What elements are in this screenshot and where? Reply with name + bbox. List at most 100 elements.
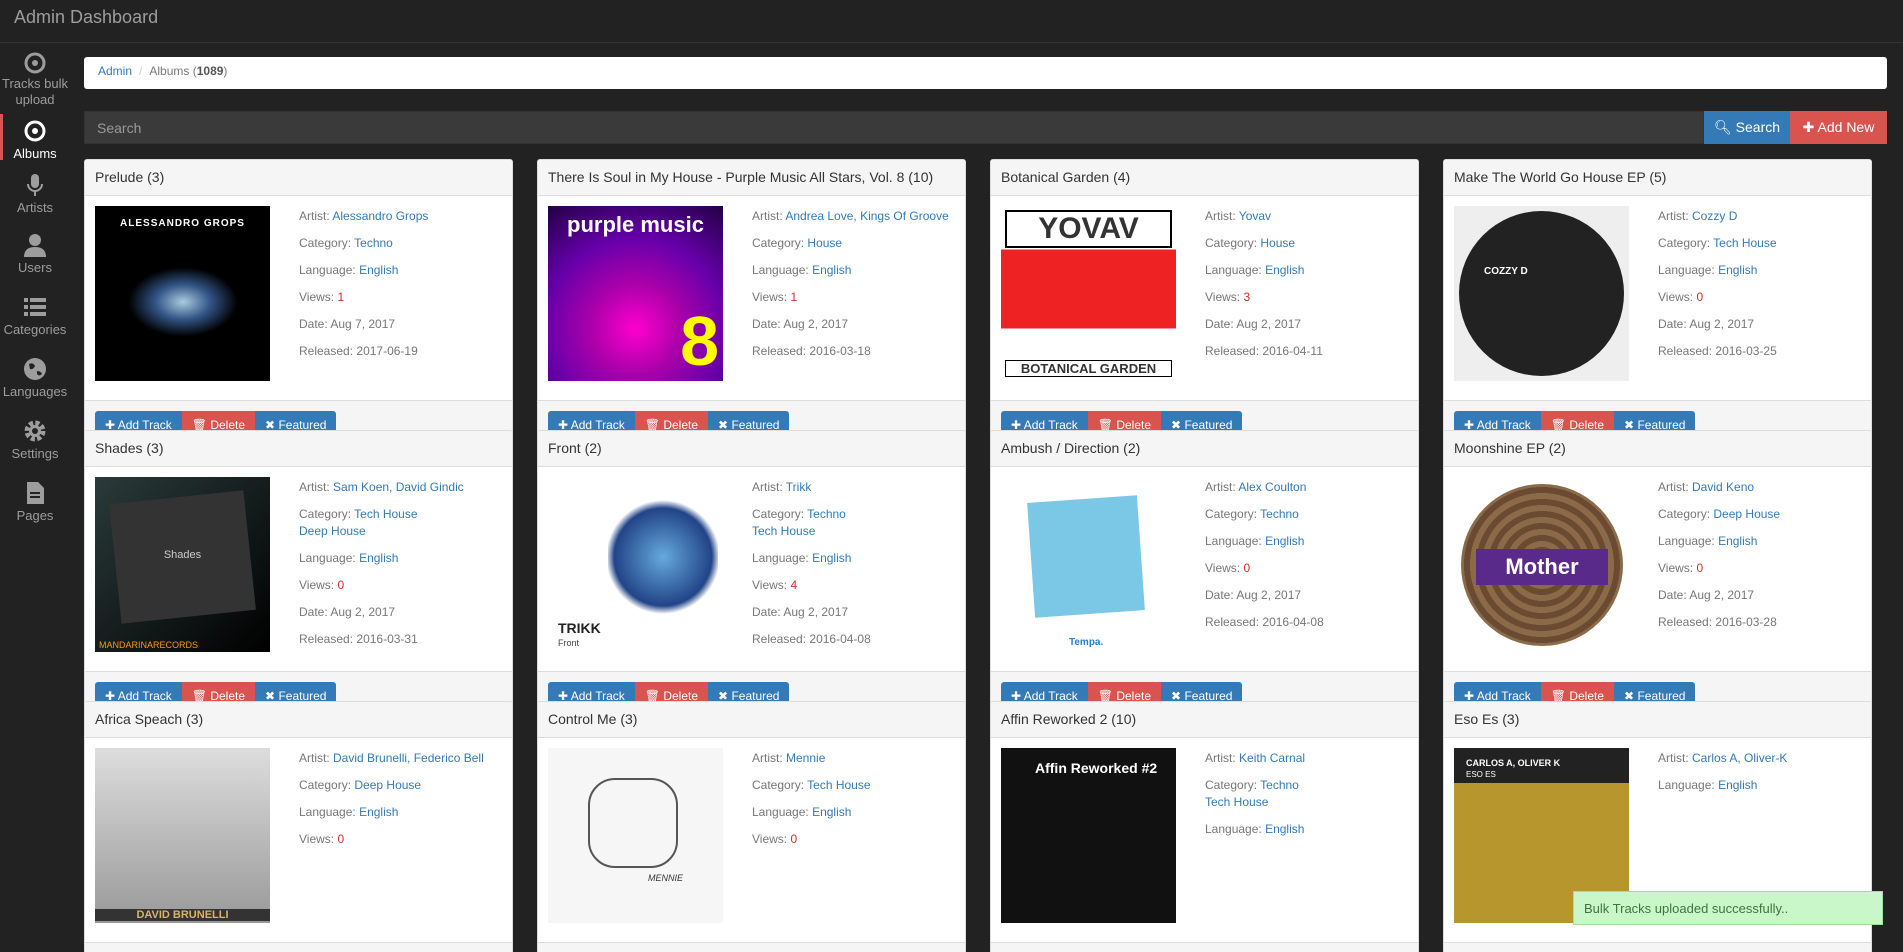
sidebar-item-albums[interactable]: Albums (0, 114, 70, 161)
album-cover-image[interactable]: Affin Reworked #2 (1001, 748, 1176, 923)
sidebar-item-categories[interactable]: Categories (0, 294, 70, 344)
sidebar-item-tracks-bulk-upload[interactable]: Tracks bulk upload (0, 44, 70, 107)
artist-link[interactable]: Keith Carnal (1239, 751, 1305, 765)
language-link[interactable]: English (359, 263, 398, 277)
sidebar-item-pages[interactable]: Pages (0, 480, 70, 530)
album-cover-image[interactable]: Shades MANDARINARECORDS (95, 477, 270, 652)
album-title[interactable]: Ambush / Direction (2) (991, 431, 1418, 467)
album-cover-image[interactable]: YOVAV BOTANICAL GARDEN (1001, 206, 1176, 381)
album-artist: Artist: Carlos A, Oliver-K (1658, 750, 1868, 767)
album-title[interactable]: Shades (3) (85, 431, 512, 467)
language-link[interactable]: English (359, 551, 398, 565)
category-link[interactable]: Deep House (299, 524, 366, 538)
category-link[interactable]: Tech House (1713, 236, 1776, 250)
sidebar-item-users[interactable]: Users (0, 232, 70, 282)
search-input[interactable] (84, 111, 1704, 144)
album-card-body: Mother Artist: David Keno Category: Deep … (1444, 467, 1871, 672)
album-cover-image[interactable]: MENNIE (548, 748, 723, 923)
album-card: Shades (3) Shades MANDARINARECORDS Artist… (84, 430, 513, 724)
album-card-footer: ✚ Add Track 🗑︎ Delete ✖ Featured (85, 942, 512, 952)
album-title[interactable]: Moonshine EP (2) (1444, 431, 1871, 467)
category-link[interactable]: House (1260, 236, 1295, 250)
album-info: Artist: Keith Carnal Category: Techno Tech… (1205, 750, 1415, 848)
language-link[interactable]: English (1718, 778, 1757, 792)
album-views: Views: 1 (752, 289, 962, 306)
category-link[interactable]: Tech House (354, 507, 417, 521)
album-title[interactable]: There Is Soul in My House - Purple Music… (538, 160, 965, 196)
category-link[interactable]: Deep House (354, 778, 421, 792)
album-cover-image[interactable]: TRIKK Front (548, 477, 723, 652)
category-link[interactable]: Tech House (807, 778, 870, 792)
category-link[interactable]: Techno (807, 507, 846, 521)
date-value: Aug 2, 2017 (783, 605, 849, 619)
album-artist: Artist: Alessandro Grops (299, 208, 509, 225)
album-disc-icon (24, 120, 46, 142)
album-language: Language: English (752, 262, 962, 279)
album-cover-image[interactable]: Mother (1454, 477, 1629, 652)
artist-link[interactable]: Alessandro Grops (332, 209, 428, 223)
artist-link[interactable]: Cozzy D (1692, 209, 1737, 223)
category-link[interactable]: Tech House (1205, 795, 1268, 809)
app-title[interactable]: Admin Dashboard (14, 7, 158, 28)
album-title[interactable]: Africa Speach (3) (85, 702, 512, 738)
album-views: Views: 0 (1658, 560, 1868, 577)
breadcrumb-admin-link[interactable]: Admin (98, 64, 132, 78)
category-link[interactable]: Deep House (1713, 507, 1780, 521)
field-label: Category: (752, 507, 805, 521)
search-button[interactable]: 🔍︎ Search (1704, 111, 1790, 144)
album-title[interactable]: Affin Reworked 2 (10) (991, 702, 1418, 738)
album-language: Language: English (1205, 262, 1415, 279)
album-title[interactable]: Control Me (3) (538, 702, 965, 738)
artist-link[interactable]: Carlos A, Oliver-K (1692, 751, 1787, 765)
field-label: Released: (1205, 615, 1260, 629)
album-card-body: TRIKK Front Artist: Trikk Category: Techno… (538, 467, 965, 672)
album-cover-image[interactable]: purple music 8 (548, 206, 723, 381)
album-info: Artist: Trikk Category: Techno Tech House L… (752, 479, 962, 658)
language-link[interactable]: English (1265, 534, 1304, 548)
album-title[interactable]: Botanical Garden (4) (991, 160, 1418, 196)
album-cover-image[interactable]: ALESSANDRO GROPS (95, 206, 270, 381)
artist-link[interactable]: Trikk (786, 480, 812, 494)
sidebar-item-languages[interactable]: Languages (0, 356, 70, 406)
sidebar-item-label: Categories (3, 322, 67, 337)
category-link[interactable]: Techno (1260, 778, 1299, 792)
views-value: 0 (1696, 290, 1704, 304)
language-link[interactable]: English (1265, 263, 1304, 277)
artist-link[interactable]: Alex Coulton (1238, 480, 1306, 494)
album-category: Category: Techno (299, 235, 509, 252)
category-link[interactable]: Tech House (752, 524, 815, 538)
album-title[interactable]: Prelude (3) (85, 160, 512, 196)
artist-link[interactable]: Andrea Love, Kings Of Groove (785, 209, 948, 223)
album-cover-image[interactable]: DAVID BRUNELLI (95, 748, 270, 923)
sidebar-item-settings[interactable]: Settings (0, 418, 70, 468)
artist-link[interactable]: Sam Koen, David Gindic (333, 480, 464, 494)
field-label: Language: (1658, 778, 1715, 792)
search-button-label: Search (1735, 119, 1781, 135)
search-icon: 🔍︎ (1713, 119, 1732, 135)
language-link[interactable]: English (1718, 534, 1757, 548)
album-title[interactable]: Front (2) (538, 431, 965, 467)
language-link[interactable]: English (1718, 263, 1757, 277)
add-new-button[interactable]: ✚ Add New (1790, 111, 1887, 144)
sidebar-item-artists[interactable]: Artists (0, 172, 70, 222)
field-label: Category: (752, 236, 805, 250)
artist-link[interactable]: David Brunelli, Federico Bell (333, 751, 484, 765)
album-title[interactable]: Make The World Go House EP (5) (1444, 160, 1871, 196)
category-link[interactable]: Techno (354, 236, 393, 250)
album-card-body: Tempa. Artist: Alex Coulton Category: Tec… (991, 467, 1418, 672)
language-link[interactable]: English (812, 551, 851, 565)
language-link[interactable]: English (1265, 822, 1304, 836)
artist-link[interactable]: Mennie (786, 751, 825, 765)
artist-link[interactable]: Yovav (1239, 209, 1271, 223)
album-cover-image[interactable]: COZZY D (1454, 206, 1629, 381)
category-link[interactable]: House (807, 236, 842, 250)
language-link[interactable]: English (812, 805, 851, 819)
album-info: Artist: Cozzy D Category: Tech House Langu… (1658, 208, 1868, 370)
category-link[interactable]: Techno (1260, 507, 1299, 521)
language-link[interactable]: English (812, 263, 851, 277)
language-link[interactable]: English (359, 805, 398, 819)
artist-link[interactable]: David Keno (1692, 480, 1754, 494)
field-label: Artist: (299, 751, 330, 765)
album-title[interactable]: Eso Es (3) (1444, 702, 1871, 738)
album-cover-image[interactable]: Tempa. (1001, 477, 1176, 652)
